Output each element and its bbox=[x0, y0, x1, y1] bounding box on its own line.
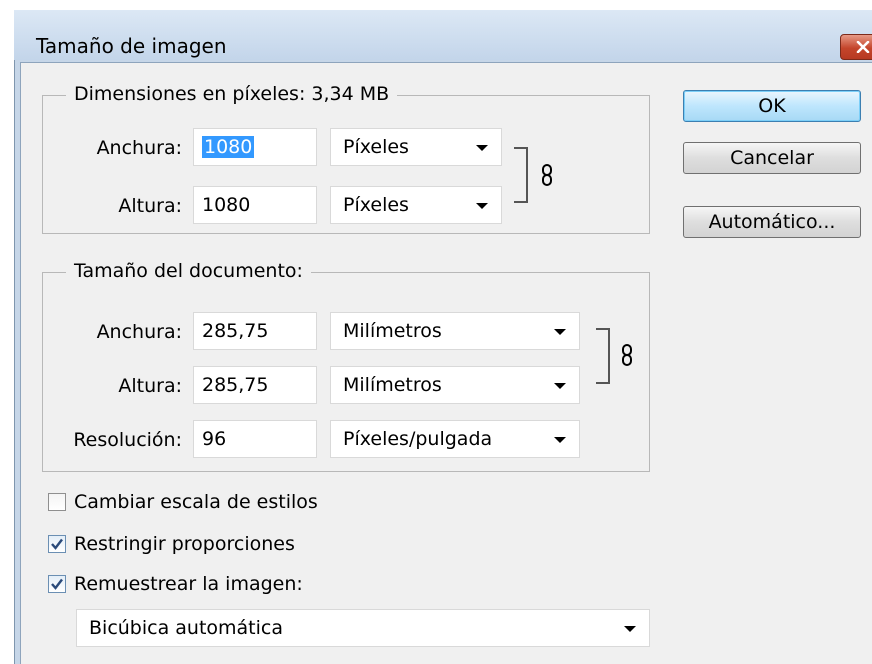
doc-height-value: 285,75 bbox=[202, 374, 269, 396]
pixel-height-unit-value: Píxeles bbox=[343, 194, 409, 216]
pixel-height-value: 1080 bbox=[202, 194, 251, 216]
doc-height-field[interactable]: 285,75 bbox=[193, 366, 317, 404]
doc-width-field[interactable]: 285,75 bbox=[193, 312, 317, 350]
chevron-down-icon bbox=[554, 383, 566, 389]
resample-checkbox[interactable] bbox=[48, 575, 66, 593]
dialog-title: Tamaño de imagen bbox=[36, 34, 227, 58]
resample-method-select[interactable]: Bicúbica automática bbox=[76, 609, 650, 647]
pixel-height-unit-select[interactable]: Píxeles bbox=[330, 186, 502, 224]
doc-height-unit-select[interactable]: Milímetros bbox=[330, 366, 580, 404]
scale-styles-label: Cambiar escala de estilos bbox=[74, 491, 318, 513]
title-bar[interactable]: Tamaño de imagen bbox=[14, 10, 872, 60]
close-icon bbox=[856, 41, 870, 53]
resample-label: Remuestrear la imagen: bbox=[74, 573, 303, 595]
pixel-link-bracket bbox=[514, 147, 528, 203]
doc-width-unit-select[interactable]: Milímetros bbox=[330, 312, 580, 350]
pixel-width-field[interactable]: 1080 bbox=[193, 128, 317, 166]
constrain-label: Restringir proporciones bbox=[74, 533, 295, 555]
chevron-down-icon bbox=[624, 626, 636, 632]
checkmark-icon bbox=[51, 578, 63, 590]
chevron-down-icon bbox=[554, 329, 566, 335]
scale-styles-checkbox[interactable] bbox=[48, 493, 66, 511]
resolution-value: 96 bbox=[202, 428, 227, 450]
checkmark-icon bbox=[51, 538, 63, 550]
pixel-height-field[interactable]: 1080 bbox=[193, 186, 317, 224]
resolution-field[interactable]: 96 bbox=[193, 420, 317, 458]
document-size-legend: Tamaño del documento: bbox=[66, 260, 311, 282]
constrain-checkbox[interactable] bbox=[48, 535, 66, 553]
pixel-width-value: 1080 bbox=[202, 136, 255, 158]
pixel-width-label: Anchura: bbox=[96, 137, 182, 159]
resample-method-value: Bicúbica automática bbox=[89, 617, 283, 639]
doc-width-label: Anchura: bbox=[96, 321, 182, 343]
resolution-label: Resolución: bbox=[73, 429, 182, 451]
chevron-down-icon bbox=[476, 145, 488, 151]
chevron-down-icon bbox=[554, 437, 566, 443]
ok-button[interactable]: OK bbox=[683, 90, 861, 122]
chain-link-icon bbox=[622, 344, 632, 366]
pixel-dimensions-legend: Dimensiones en píxeles: 3,34 MB bbox=[66, 83, 398, 105]
chevron-down-icon bbox=[476, 203, 488, 209]
resolution-unit-value: Píxeles/pulgada bbox=[343, 428, 493, 450]
pixel-height-label: Altura: bbox=[118, 195, 182, 217]
doc-width-value: 285,75 bbox=[202, 320, 269, 342]
cancel-button[interactable]: Cancelar bbox=[683, 142, 861, 174]
doc-height-label: Altura: bbox=[118, 375, 182, 397]
auto-button[interactable]: Automático... bbox=[683, 206, 861, 238]
chain-link-icon bbox=[542, 164, 552, 186]
pixel-width-unit-select[interactable]: Píxeles bbox=[330, 128, 502, 166]
doc-width-unit-value: Milímetros bbox=[343, 320, 442, 342]
doc-height-unit-value: Milímetros bbox=[343, 374, 442, 396]
close-button[interactable] bbox=[840, 34, 872, 60]
doc-link-bracket bbox=[596, 328, 610, 384]
resolution-unit-select[interactable]: Píxeles/pulgada bbox=[330, 420, 580, 458]
pixel-width-unit-value: Píxeles bbox=[343, 136, 409, 158]
